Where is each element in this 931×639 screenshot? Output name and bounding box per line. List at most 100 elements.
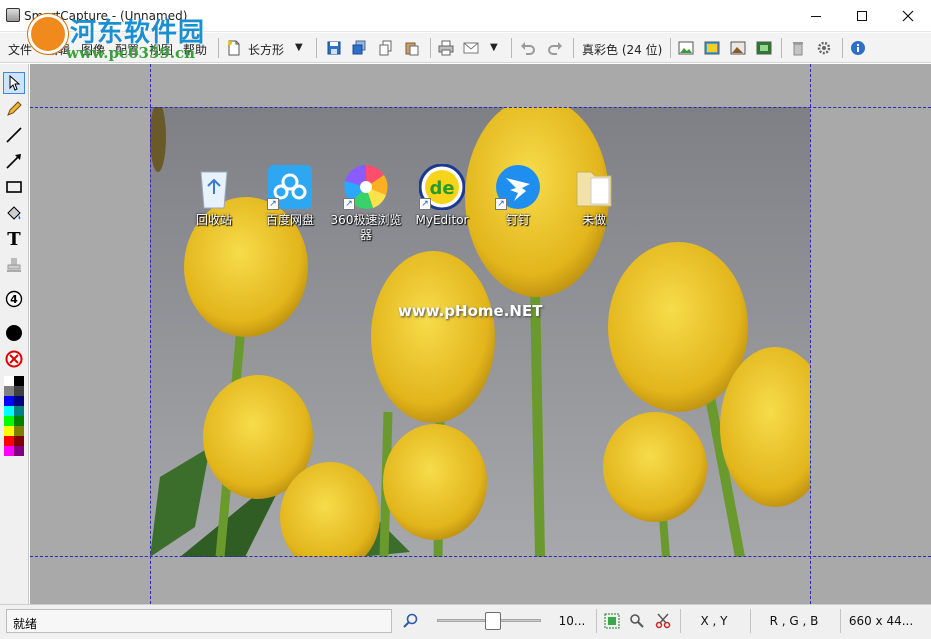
desktop-icon-label: 钉钉	[505, 213, 530, 227]
status-separator	[840, 609, 841, 633]
color-swatch[interactable]	[4, 416, 14, 426]
image-tool-2-button[interactable]	[702, 38, 722, 58]
desktop-icon-myeditor[interactable]: de ↗ MyEditor	[403, 163, 481, 228]
zoom-slider-thumb[interactable]	[485, 612, 501, 630]
copy-button[interactable]	[376, 38, 396, 58]
email-dropdown-icon[interactable]: ▼	[490, 42, 498, 53]
paste-button[interactable]	[402, 38, 422, 58]
stamp-tool[interactable]	[3, 254, 25, 276]
color-swatch[interactable]	[14, 396, 24, 406]
watermark-logo	[28, 14, 68, 54]
no-fill-tool[interactable]	[3, 348, 25, 370]
maximize-button[interactable]	[839, 0, 885, 32]
line-tool[interactable]	[3, 124, 25, 146]
delete-button[interactable]	[788, 38, 808, 58]
image-tool-4-button[interactable]	[754, 38, 774, 58]
picture-icon	[678, 41, 694, 55]
browser-360-icon: ↗	[343, 164, 389, 210]
printer-icon	[438, 40, 454, 56]
save-button[interactable]	[324, 38, 344, 58]
text-tool[interactable]: T	[3, 228, 25, 250]
rectangle-tool[interactable]	[3, 176, 25, 198]
landscape-picture-icon	[730, 41, 746, 55]
new-capture-button[interactable]	[224, 38, 244, 58]
pencil-icon	[7, 101, 22, 116]
desktop-icon-label: 未做	[581, 213, 606, 227]
status-separator	[750, 609, 751, 633]
image-size-readout: 660 x 44...	[848, 614, 914, 628]
fill-tool[interactable]	[3, 202, 25, 224]
color-swatch[interactable]	[14, 426, 24, 436]
recycle-bin-icon	[191, 164, 237, 210]
desktop-icon-360-browser[interactable]: ↗ 360极速浏览器	[327, 164, 405, 243]
menu-file[interactable]: 文件	[8, 41, 32, 58]
color-swatch[interactable]	[14, 446, 24, 456]
save-all-button[interactable]	[349, 38, 369, 58]
minimize-icon	[811, 15, 821, 17]
capture-canvas[interactable]: 回收站 ↗ 百度网盘 ↗ 360极速浏览器 de ↗ MyEditor ↗ 钉钉…	[30, 64, 931, 604]
save-multiple-icon	[352, 40, 366, 55]
shortcut-arrow-icon: ↗	[267, 198, 279, 210]
save-icon	[327, 41, 341, 55]
number-tool[interactable]: 4	[3, 288, 25, 310]
status-separator	[680, 609, 681, 633]
toolbar-separator	[842, 38, 843, 58]
maximize-icon	[857, 11, 867, 21]
color-swatch[interactable]	[4, 426, 14, 436]
fit-selection-button[interactable]	[601, 609, 623, 633]
color-swatch[interactable]	[4, 446, 14, 456]
image-tool-3-button[interactable]	[728, 38, 748, 58]
framed-picture-icon	[756, 41, 772, 55]
capture-shape-label[interactable]: 长方形	[248, 41, 284, 58]
select-tool[interactable]	[3, 72, 25, 94]
fit-frame-icon	[604, 613, 620, 629]
print-button[interactable]	[436, 38, 456, 58]
gear-icon	[817, 41, 831, 55]
email-button[interactable]	[461, 38, 481, 58]
shortcut-arrow-icon: ↗	[495, 198, 507, 210]
text-icon: T	[7, 228, 21, 250]
image-tool-1-button[interactable]	[676, 38, 696, 58]
photo-watermark: www.pHome.NET	[398, 302, 543, 320]
minimize-button[interactable]	[793, 0, 839, 32]
desktop-icon-dingtalk[interactable]: ↗ 钉钉	[479, 164, 557, 228]
desktop-icon-folder[interactable]: 未做	[555, 164, 633, 228]
desktop-icon-baidu-netdisk[interactable]: ↗ 百度网盘	[251, 164, 329, 228]
status-panel: 就绪	[6, 609, 392, 633]
color-swatch[interactable]	[4, 406, 14, 416]
color-swatch[interactable]	[14, 386, 24, 396]
arrow-line-icon	[6, 154, 21, 169]
svg-text:4: 4	[10, 293, 18, 306]
captured-image[interactable]: 回收站 ↗ 百度网盘 ↗ 360极速浏览器 de ↗ MyEditor ↗ 钉钉…	[150, 107, 810, 557]
color-swatch[interactable]	[4, 436, 14, 446]
desktop-icon-recycle-bin[interactable]: 回收站	[175, 164, 253, 228]
capture-shape-dropdown-icon[interactable]: ▼	[295, 42, 303, 53]
paste-icon	[405, 42, 419, 56]
color-swatch[interactable]	[4, 386, 14, 396]
selection-guide-right	[810, 64, 811, 604]
pixel-rgb-readout: R , G , B	[769, 614, 819, 628]
desktop-icon-label: 回收站	[195, 213, 232, 227]
cut-button[interactable]	[652, 609, 674, 633]
undo-button[interactable]	[518, 38, 538, 58]
brush-size-tool[interactable]	[3, 322, 25, 344]
arrow-tool[interactable]	[3, 150, 25, 172]
color-swatch[interactable]	[14, 406, 24, 416]
color-swatch[interactable]	[4, 376, 14, 386]
settings-button[interactable]	[814, 38, 834, 58]
new-document-icon	[228, 40, 240, 56]
crop-tool-button[interactable]	[626, 609, 648, 633]
color-swatch[interactable]	[14, 376, 24, 386]
color-depth-label[interactable]: 真彩色 (24 位)	[582, 41, 662, 58]
rectangle-icon	[6, 181, 22, 193]
about-button[interactable]	[848, 38, 868, 58]
color-swatch[interactable]	[14, 436, 24, 446]
close-button[interactable]	[885, 0, 931, 32]
pencil-tool[interactable]	[3, 98, 25, 120]
line-icon	[6, 127, 22, 143]
color-swatch[interactable]	[14, 416, 24, 426]
zoom-button[interactable]	[400, 609, 422, 633]
color-swatch[interactable]	[4, 396, 14, 406]
redo-button[interactable]	[545, 38, 565, 58]
toolbar-separator	[670, 38, 671, 58]
